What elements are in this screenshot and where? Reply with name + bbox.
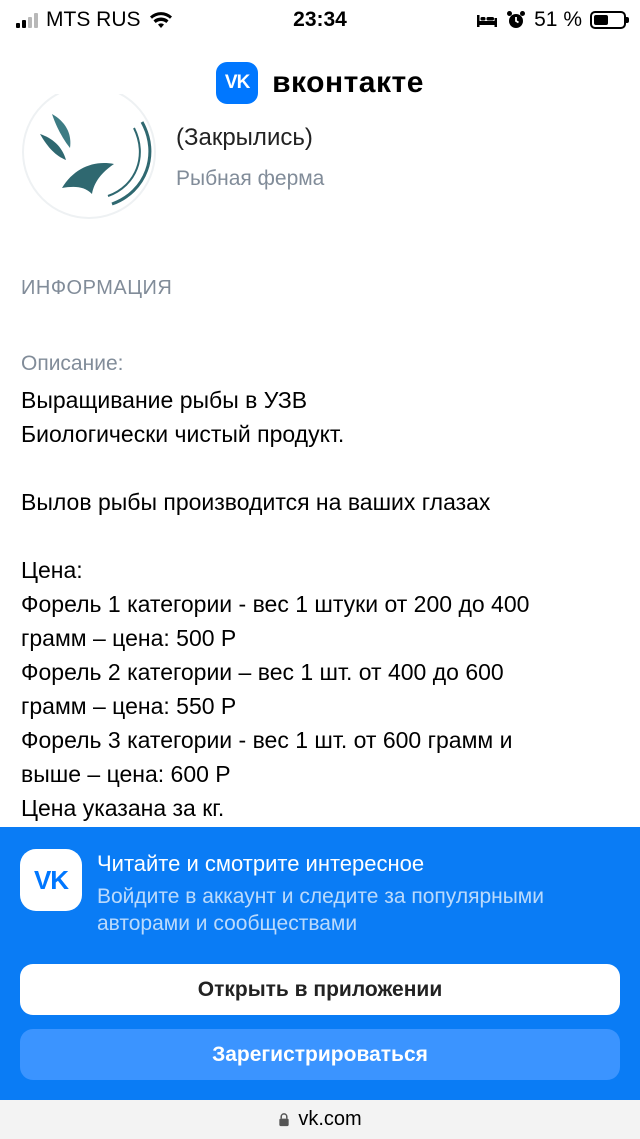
description-label: Описание:: [21, 352, 124, 375]
community-avatar[interactable]: [22, 94, 157, 222]
description-line: Цена указана за кг.: [21, 795, 225, 821]
wifi-icon: [149, 12, 172, 28]
status-right: 51 %: [476, 8, 629, 32]
description-line: Биологически чистый продукт.: [21, 421, 345, 447]
description-line: Цена:: [21, 557, 83, 583]
status-left: MTS RUS: [16, 8, 173, 32]
address-bar[interactable]: vk.com: [0, 1100, 640, 1139]
description-text: Выращивание рыбы в УЗВ Биологически чист…: [21, 383, 621, 825]
description-line: [21, 451, 621, 485]
info-section-title: ИНФОРМАЦИЯ: [21, 277, 173, 299]
battery-icon: [590, 11, 629, 29]
status-bar: MTS RUS 23:34 51 %: [0, 0, 640, 40]
description-line: Форель 2 категории – вес 1 шт. от 400 до…: [21, 659, 504, 685]
app-promo-panel: VK Читайте и смотрите интересное Войдите…: [0, 827, 640, 1100]
cellular-signal-icon: [16, 12, 38, 28]
url-label: vk.com: [298, 1108, 362, 1130]
battery-level-fill: [594, 15, 609, 25]
lock-icon: [279, 1112, 289, 1126]
brand-name[interactable]: вконтакте: [272, 66, 424, 100]
carrier-label: MTS RUS: [46, 8, 141, 31]
description-line: Выращивание рыбы в УЗВ: [21, 387, 308, 413]
vk-app-icon: VK: [20, 849, 82, 911]
alarm-icon: [507, 11, 526, 28]
description-line: Форель 1 категории - вес 1 штуки от 200 …: [21, 591, 530, 617]
bed-icon: [477, 15, 498, 27]
register-button[interactable]: Зарегистрироваться: [20, 1029, 620, 1080]
description-line: выше – цена: 600 Р: [21, 761, 231, 787]
description-line: грамм – цена: 550 Р: [21, 693, 237, 719]
promo-subtitle: Войдите в аккаунт и следите за популярны…: [97, 885, 544, 935]
open-in-app-button[interactable]: Открыть в приложении: [20, 964, 620, 1015]
description-line: [21, 519, 621, 553]
description-line: Вылов рыбы производится на ваших глазах: [21, 489, 491, 515]
vk-logo-icon[interactable]: VK: [216, 62, 259, 104]
community-name: (Закрылись): [176, 124, 313, 151]
battery-percent: 51 %: [534, 8, 582, 31]
description-line: грамм – цена: 500 Р: [21, 625, 237, 651]
community-type: Рыбная ферма: [176, 167, 325, 190]
description-line: Форель 3 категории - вес 1 шт. от 600 гр…: [21, 727, 513, 753]
promo-title: Читайте и смотрите интересное: [97, 851, 425, 876]
fish-logo-icon: [22, 94, 156, 219]
